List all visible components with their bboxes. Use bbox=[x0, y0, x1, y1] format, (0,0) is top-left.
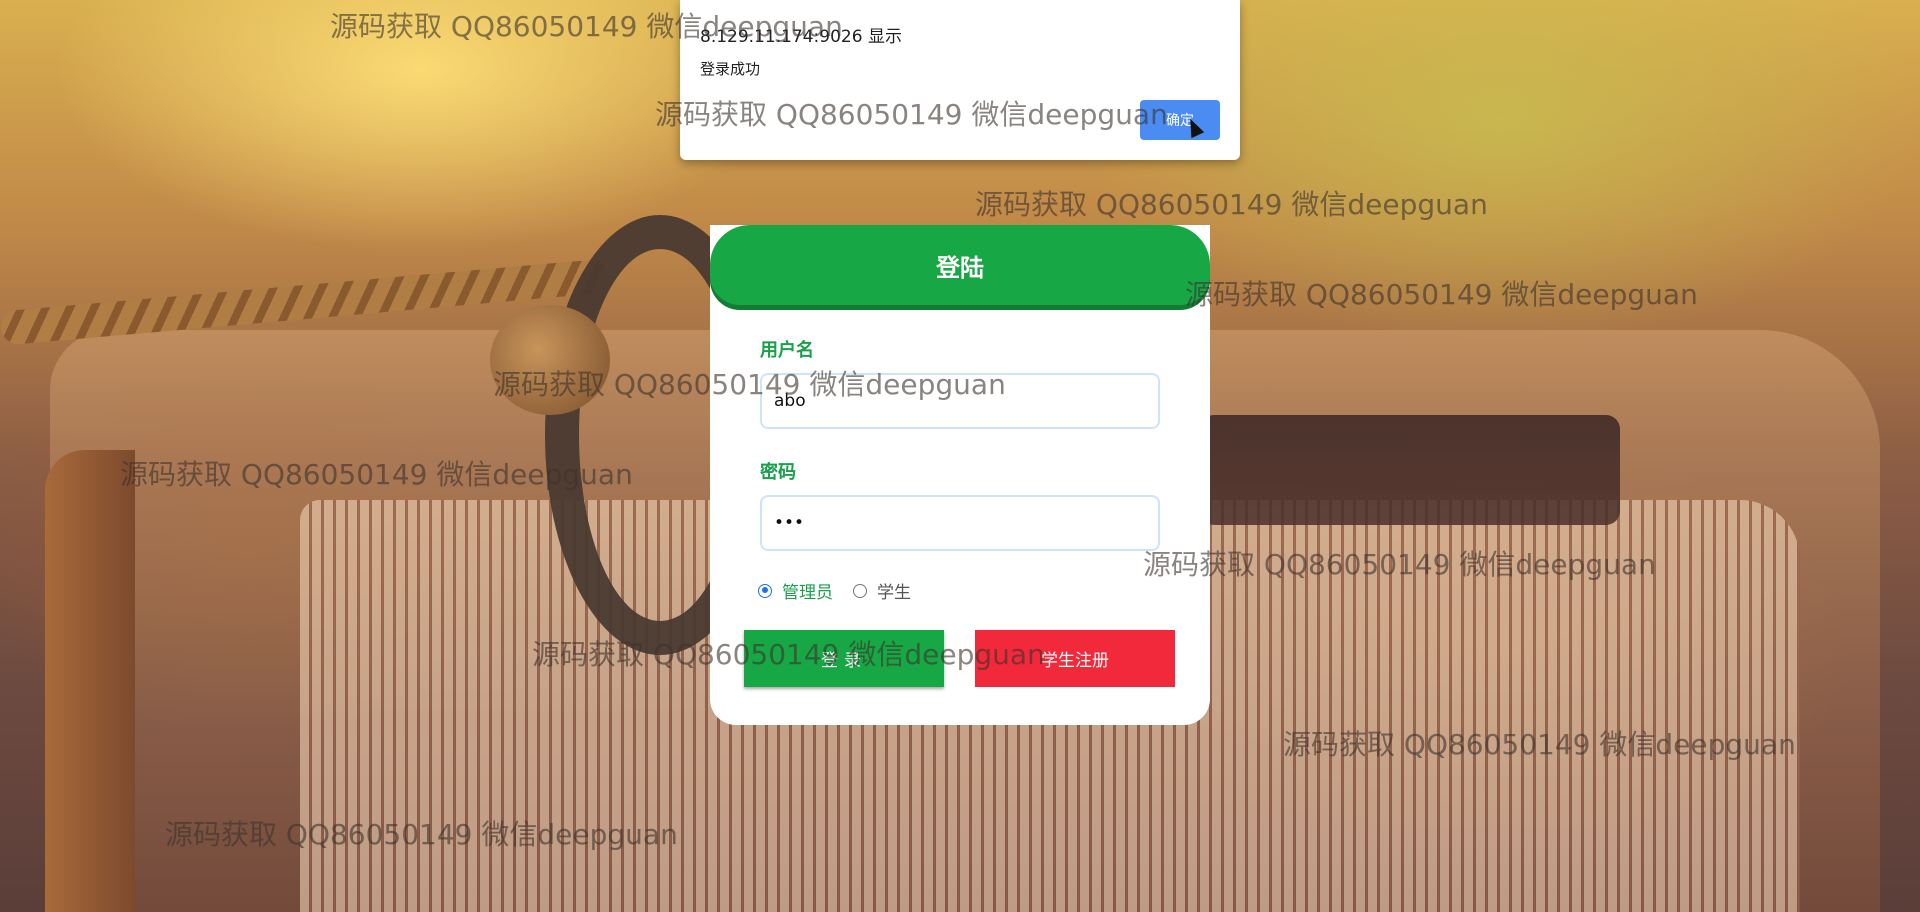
watermark-text: 源码获取 QQ86050149 微信deepguan bbox=[1185, 278, 1698, 311]
alert-message: 登录成功 bbox=[700, 60, 761, 78]
alert-dialog: 8.129.11.174:9026 显示 登录成功 确定 bbox=[680, 0, 1240, 160]
knot-decoration bbox=[490, 305, 610, 415]
username-label: 用户名 bbox=[760, 340, 814, 361]
radio-admin[interactable] bbox=[758, 583, 772, 598]
student-register-button[interactable]: 学生注册 bbox=[975, 630, 1175, 687]
alert-ok-button[interactable]: 确定 bbox=[1140, 100, 1220, 140]
radio-student[interactable] bbox=[853, 583, 867, 598]
page-background: 8.129.11.174:9026 显示 登录成功 确定 登陆 用户名 密码 管… bbox=[0, 0, 1920, 912]
login-header: 登陆 bbox=[710, 225, 1210, 305]
book-spine-decoration bbox=[1200, 415, 1620, 525]
username-input[interactable] bbox=[760, 373, 1160, 429]
alert-title: 8.129.11.174:9026 显示 bbox=[700, 27, 902, 47]
password-input[interactable] bbox=[760, 495, 1160, 551]
watermark-text: 源码获取 QQ86050149 微信deepguan bbox=[975, 188, 1488, 221]
login-button[interactable]: 登录 bbox=[744, 630, 944, 687]
role-selector: 管理员 学生 bbox=[758, 578, 911, 603]
radio-student-label[interactable]: 学生 bbox=[877, 578, 911, 603]
radio-admin-label[interactable]: 管理员 bbox=[782, 578, 833, 603]
book-cover-decoration bbox=[45, 450, 135, 912]
password-label: 密码 bbox=[760, 462, 796, 483]
